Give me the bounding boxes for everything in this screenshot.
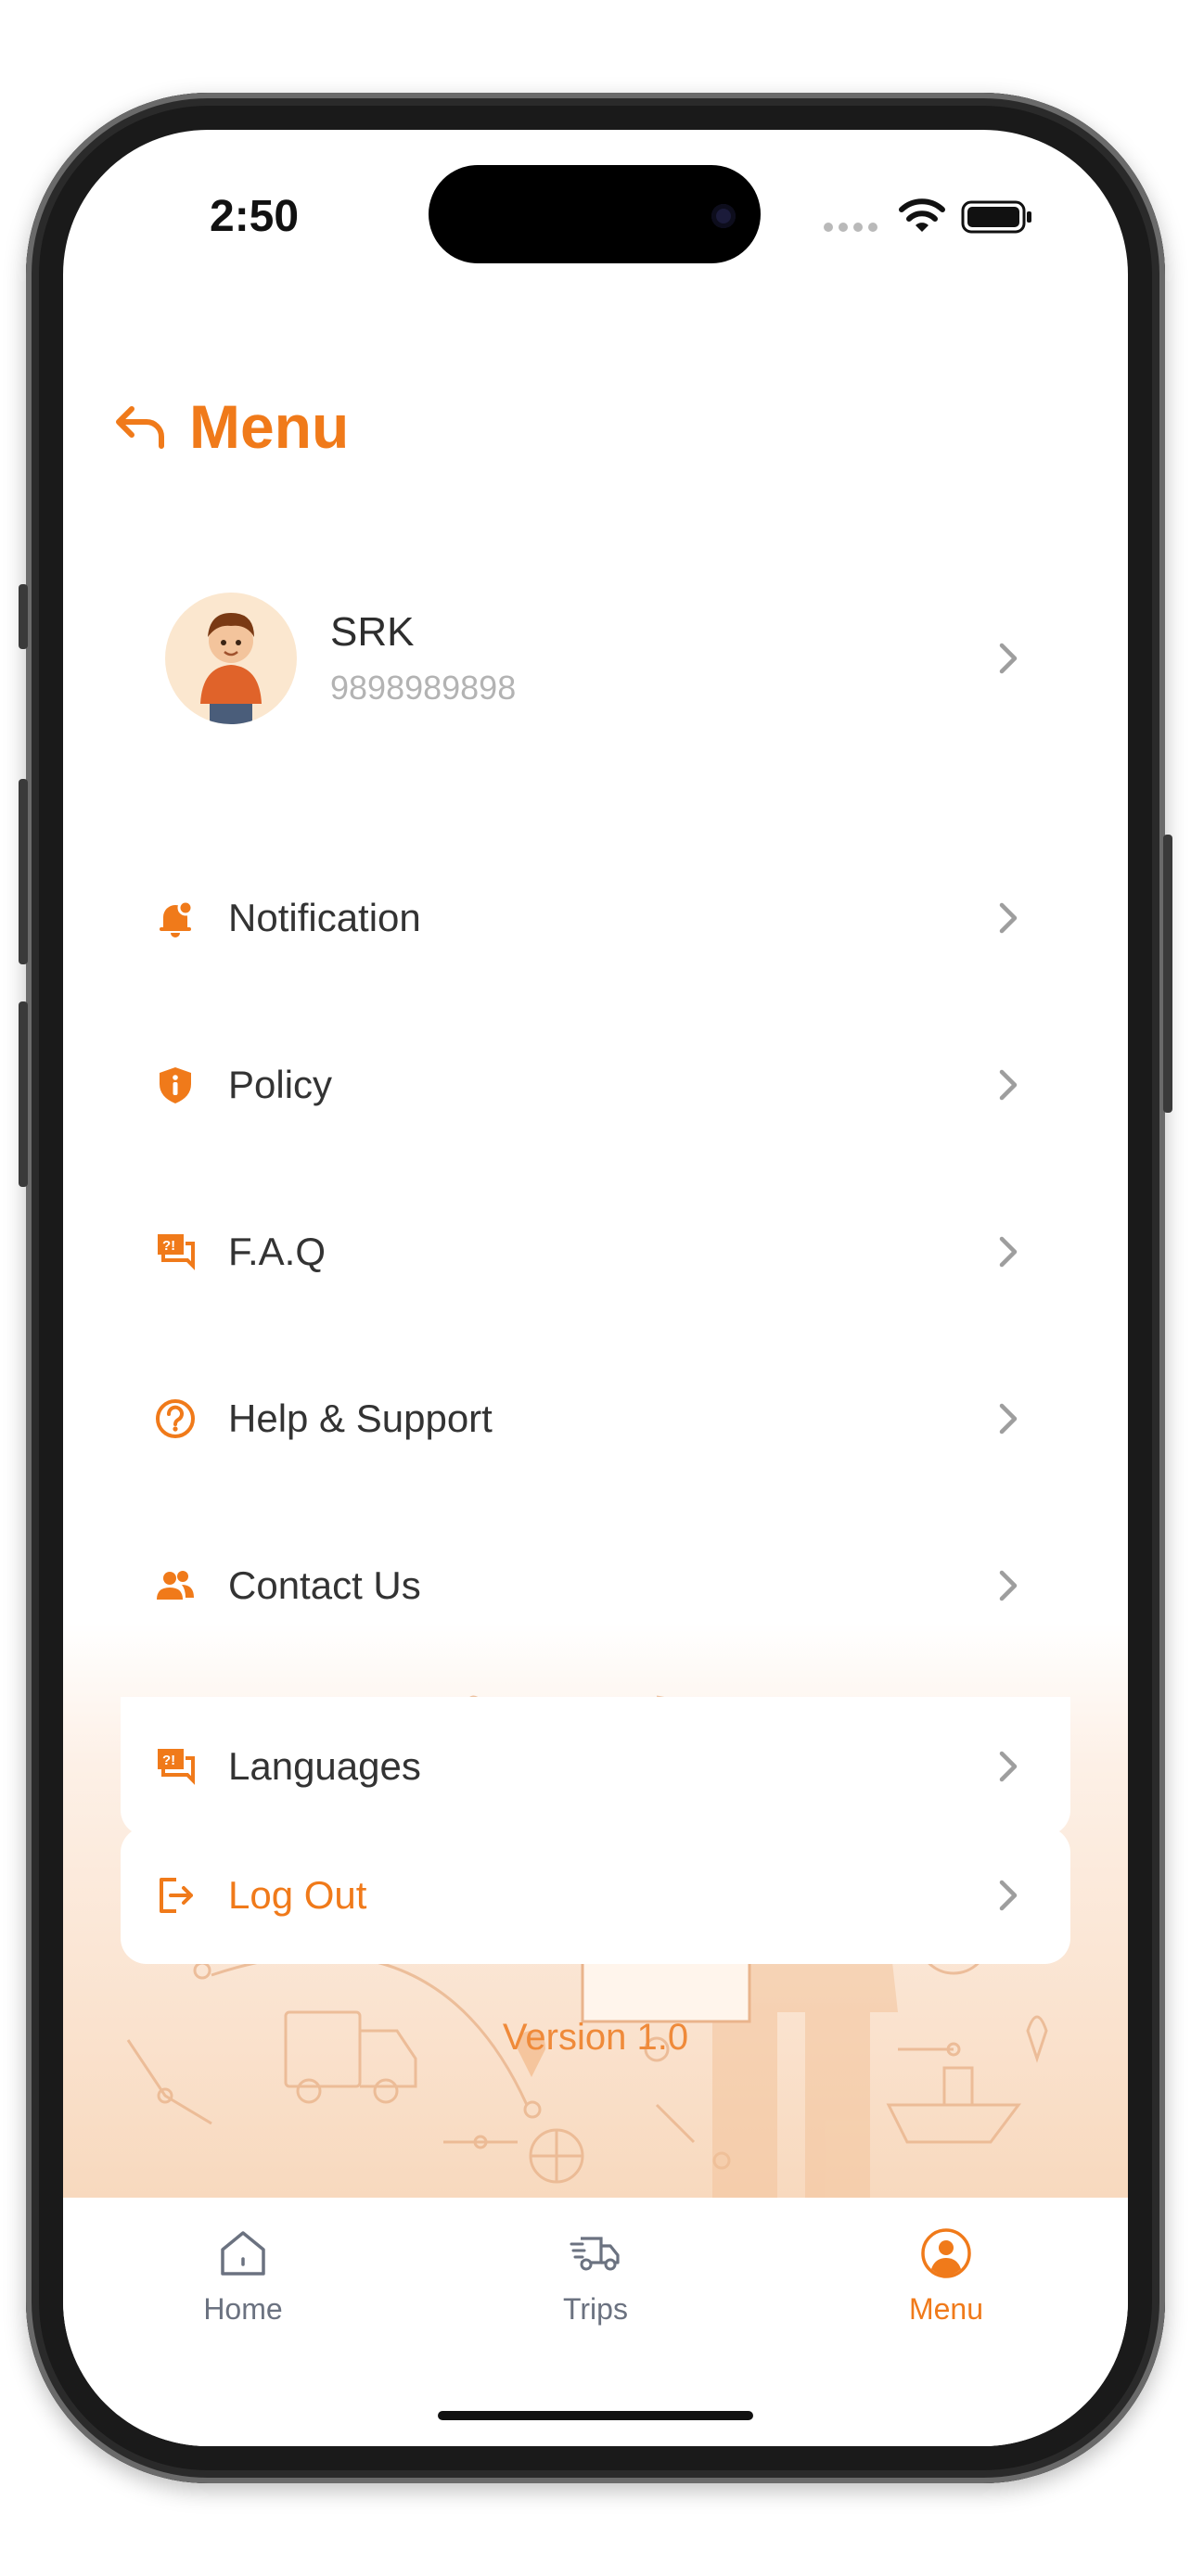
volume-up-button [19, 779, 28, 964]
truck-icon [570, 2237, 620, 2271]
bottom-tab-bar: Home Trips Menu [63, 2198, 1128, 2446]
menu-item-help-support[interactable]: Help & Support [121, 1335, 1070, 1502]
logout-button[interactable]: Log Out [121, 1827, 1070, 1964]
chevron-right-icon [999, 902, 1018, 934]
chevron-right-icon [999, 1880, 1018, 1911]
people-icon [157, 1571, 194, 1600]
battery-icon [961, 200, 1031, 234]
status-time: 2:50 [210, 192, 300, 241]
menu-item-contact-us[interactable]: Contact Us [121, 1502, 1070, 1669]
logout-icon [160, 1878, 193, 1913]
page-title: Menu [189, 392, 350, 461]
menu-item-label: Policy [228, 1063, 333, 1106]
shield-info-icon [160, 1067, 191, 1103]
volume-down-button [19, 1001, 28, 1187]
app-screen: 2:50 Menu SRK 9898989898 Notification Po… [63, 130, 1128, 2446]
app-version: Version 1.0 [502, 2017, 689, 2058]
back-arrow-icon[interactable] [111, 398, 169, 455]
mute-switch [19, 584, 28, 649]
tab-home[interactable]: Home [141, 2225, 345, 2327]
dynamic-island [429, 165, 761, 263]
menu-item-notification[interactable]: Notification [121, 835, 1070, 1001]
question-circle-icon [156, 1399, 195, 1438]
menu-item-label: Languages [228, 1744, 421, 1788]
profile-row[interactable]: SRK 9898989898 [121, 566, 1070, 751]
menu-item-label: Notification [228, 896, 421, 939]
chevron-right-icon [999, 1751, 1018, 1782]
camera-icon [711, 204, 736, 228]
tab-label: Trips [563, 2292, 628, 2326]
profile-name: SRK [330, 609, 415, 655]
tab-menu[interactable]: Menu [844, 2225, 1048, 2327]
chevron-right-icon [999, 643, 1018, 674]
profile-phone: 9898989898 [330, 669, 517, 707]
power-button [1163, 835, 1172, 1113]
menu-item-faq[interactable]: ?! F.A.Q [121, 1168, 1070, 1335]
svg-text:?!: ?! [162, 1753, 175, 1768]
avatar-illustration [200, 613, 262, 724]
svg-text:?!: ?! [162, 1238, 175, 1254]
menu-list: Notification Policy ?! F.A.Q Help & Supp… [121, 835, 1070, 1836]
chevron-right-icon [999, 1403, 1018, 1435]
chevron-right-icon [999, 1069, 1018, 1101]
menu-item-label: Contact Us [228, 1563, 421, 1607]
menu-item-policy[interactable]: Policy [121, 1001, 1070, 1168]
menu-item-languages[interactable]: ?! Languages [121, 1697, 1070, 1836]
user-circle-icon [921, 2228, 971, 2278]
wifi-icon [899, 198, 945, 232]
cellular-signal-icon [824, 223, 877, 232]
language-chat-icon: ?! [158, 1749, 195, 1785]
avatar [165, 593, 297, 724]
logout-label: Log Out [228, 1873, 367, 1917]
page-header: Menu [111, 391, 349, 462]
chevron-right-icon [999, 1570, 1018, 1601]
tab-trips[interactable]: Trips [493, 2225, 698, 2327]
home-icon [221, 2231, 265, 2276]
bell-icon [160, 899, 194, 937]
faq-chat-icon: ?! [158, 1234, 195, 1270]
tab-label: Menu [908, 2292, 984, 2326]
menu-item-label: F.A.Q [228, 1230, 327, 1273]
tab-label: Home [203, 2292, 283, 2326]
home-indicator [438, 2411, 753, 2420]
menu-item-label: Help & Support [228, 1396, 493, 1440]
chevron-right-icon [999, 1236, 1018, 1268]
